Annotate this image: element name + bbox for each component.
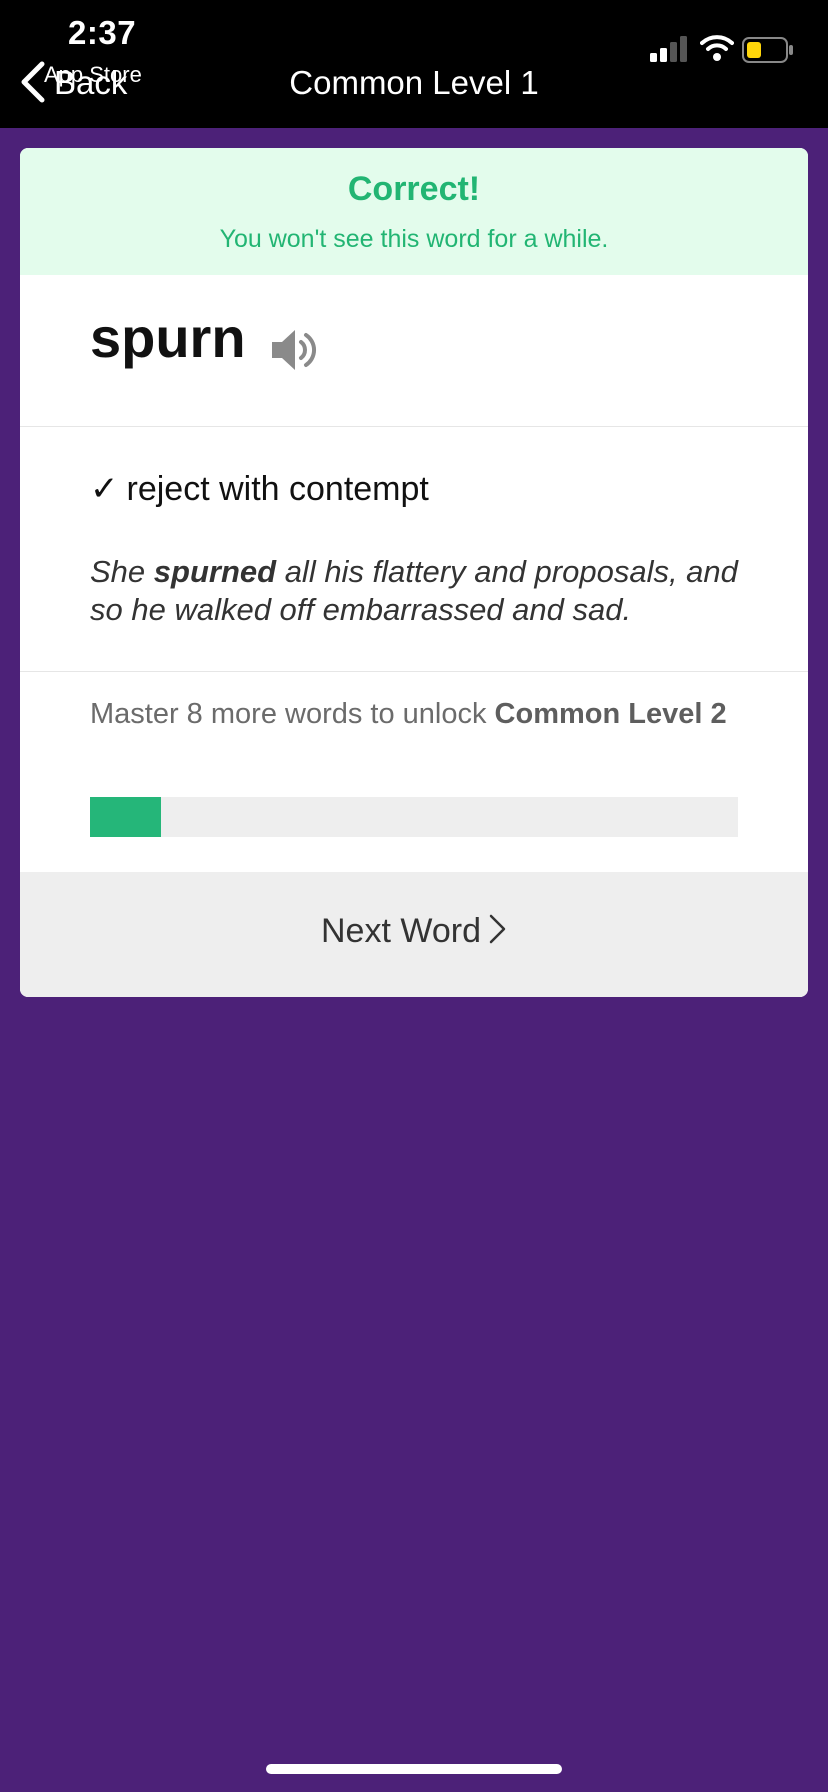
- result-title: Correct!: [347, 170, 481, 208]
- chevron-right-icon: [489, 914, 506, 944]
- speaker-icon[interactable]: [268, 325, 318, 375]
- wifi-icon: [700, 35, 734, 61]
- home-indicator: [266, 1764, 562, 1774]
- vocab-word: spurn: [90, 306, 246, 369]
- progress-fill: [90, 797, 162, 837]
- example-sentence: She spurned all his flattery and proposa…: [90, 554, 738, 627]
- next-word-label: Next Word: [321, 912, 481, 950]
- definition: ✓ reject with contempt: [90, 469, 429, 509]
- cellular-signal-icon: [650, 36, 687, 62]
- top-bar: 2:37 Back App Store Common Level 1: [0, 0, 828, 128]
- page-title: Common Level 1: [289, 64, 539, 101]
- next-word-button[interactable]: Next Word: [20, 872, 808, 997]
- definition-section: ✓ reject with contempt She spurned all hi…: [20, 427, 808, 672]
- word-row: spurn: [20, 275, 808, 427]
- progress-section: Master 8 more words to unlock Common Lev…: [20, 672, 808, 872]
- definition-text: reject with contempt: [126, 470, 429, 508]
- unlock-message: Master 8 more words to unlock Common Lev…: [90, 698, 727, 730]
- battery-icon: [742, 37, 793, 63]
- unlock-target: Common Level 2: [494, 698, 727, 730]
- example-highlight: spurned: [153, 554, 277, 589]
- result-subtitle: You won't see this word for a while.: [219, 225, 609, 253]
- word-card: Correct! You won't see this word for a w…: [20, 148, 808, 997]
- status-time: 2:37: [68, 14, 137, 51]
- result-banner: Correct! You won't see this word for a w…: [20, 148, 808, 275]
- progress-bar: [90, 797, 738, 837]
- checkmark-icon: ✓: [90, 470, 119, 508]
